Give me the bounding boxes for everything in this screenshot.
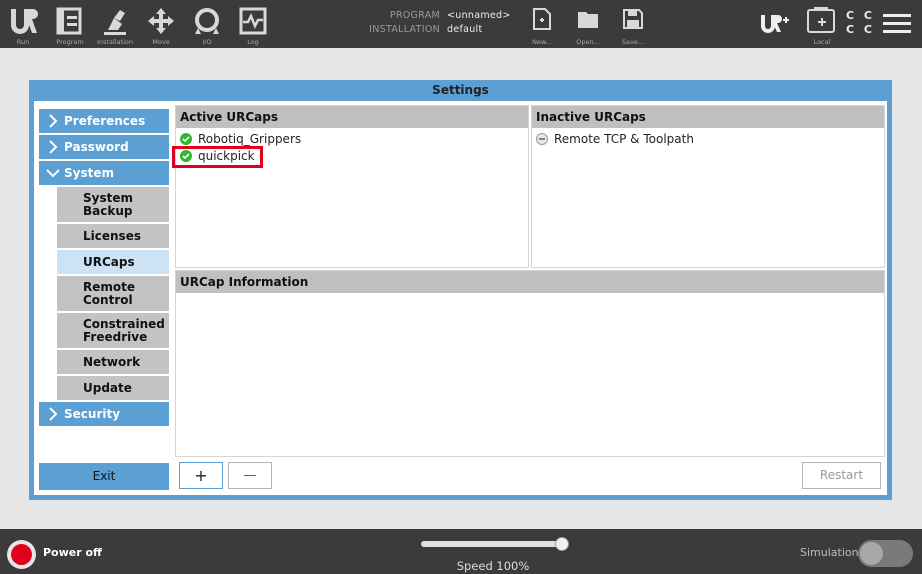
nav-system-label: System	[64, 166, 114, 180]
exit-button[interactable]: Exit	[39, 463, 169, 490]
active-urcaps-panel: Active URCaps Robotiq_Grippers quickpick	[172, 105, 529, 268]
sub-item-label: System Backup	[83, 190, 133, 218]
local-label: Local	[813, 38, 831, 46]
installation-key: INSTALLATION	[369, 24, 440, 35]
nav-preferences-label: Preferences	[64, 114, 146, 128]
restart-button[interactable]: Restart	[802, 462, 881, 489]
program-name: <unnamed>	[447, 10, 511, 21]
speed-label: Speed 100%	[456, 559, 530, 573]
nav-password-label: Password	[64, 140, 129, 154]
urplus-button[interactable]	[757, 0, 793, 48]
log-label: Log	[247, 38, 259, 46]
cc-indicator: C C C C	[846, 9, 875, 37]
dialog-title: Settings	[432, 83, 489, 97]
simulation-label: Simulation	[800, 546, 859, 559]
open-button[interactable]: Open...	[573, 0, 603, 48]
chevron-right-icon	[49, 407, 58, 421]
chevron-down-icon	[46, 169, 60, 178]
nav-system[interactable]: System	[39, 161, 169, 185]
new-label: New...	[532, 38, 552, 46]
sub-item-label: Network	[83, 354, 141, 369]
speed-slider-track[interactable]	[421, 541, 569, 547]
cc-line-1: C C	[846, 9, 875, 22]
sub-item-remote-control[interactable]: Remote Control	[57, 276, 169, 311]
log-icon	[239, 7, 267, 35]
add-urcap-button[interactable]: +	[179, 462, 223, 489]
program-tab[interactable]: Program	[52, 0, 88, 48]
sub-item-label: Licenses	[83, 228, 141, 243]
sub-item-urcaps[interactable]: URCaps	[57, 250, 169, 274]
urcap-row-quickpick[interactable]: quickpick	[172, 146, 263, 168]
urcap-row-remote-tcp[interactable]: Remote TCP & Toolpath	[536, 131, 694, 147]
new-button[interactable]: New...	[527, 0, 557, 48]
active-urcaps-header: Active URCaps	[176, 106, 528, 128]
program-icon	[56, 7, 82, 35]
local-button[interactable]: Local	[804, 0, 840, 48]
nav-security-label: Security	[64, 407, 121, 421]
log-tab[interactable]: Log	[235, 0, 271, 48]
new-file-icon	[533, 8, 551, 30]
sub-item-update[interactable]: Update	[57, 376, 169, 400]
move-icon	[148, 8, 174, 34]
check-circle-icon	[180, 150, 192, 162]
installation-name: default	[447, 24, 483, 35]
installation-tab[interactable]: Installation	[94, 0, 136, 48]
power-status-icon[interactable]	[7, 540, 36, 569]
nav-preferences[interactable]: Preferences	[39, 109, 169, 133]
move-tab[interactable]: Move	[143, 0, 179, 48]
sub-item-system-backup[interactable]: System Backup	[57, 187, 169, 222]
cc-line-2: C C	[846, 23, 875, 36]
sub-item-network[interactable]: Network	[57, 350, 169, 374]
check-circle-icon	[180, 133, 192, 145]
chevron-right-icon	[49, 140, 58, 154]
nav-password[interactable]: Password	[39, 135, 169, 159]
sub-item-licenses[interactable]: Licenses	[57, 224, 169, 248]
program-key: PROGRAM	[389, 10, 440, 21]
run-label: Run	[16, 38, 30, 46]
inactive-urcaps-header: Inactive URCaps	[532, 106, 884, 128]
io-icon	[195, 8, 219, 34]
urcap-information-header: URCap Information	[176, 271, 884, 293]
speed-slider-knob[interactable]	[555, 537, 569, 551]
bottom-bar: Power off Speed 100% Simulation	[0, 529, 922, 574]
inactive-urcaps-panel: Inactive URCaps Remote TCP & Toolpath	[531, 105, 885, 268]
sub-item-label: Update	[83, 380, 132, 395]
save-label: Save...	[621, 38, 645, 46]
urcap-name: Robotiq_Grippers	[198, 132, 302, 146]
inactive-circle-icon	[536, 133, 548, 145]
urcap-information-panel: URCap Information	[175, 270, 885, 457]
top-bar: Run Program Installation Move I/O Log PR…	[0, 0, 922, 48]
local-control-icon	[807, 7, 835, 33]
io-tab[interactable]: I/O	[189, 0, 225, 48]
urcap-name: Remote TCP & Toolpath	[554, 132, 694, 146]
ur-logo-icon	[11, 9, 38, 34]
simulation-toggle[interactable]	[858, 540, 913, 567]
open-label: Open...	[576, 38, 600, 46]
run-tab[interactable]: Run	[4, 0, 42, 48]
ur-plus-icon	[761, 15, 789, 33]
remove-urcap-button[interactable]: —	[228, 462, 272, 489]
nav-security[interactable]: Security	[39, 402, 169, 426]
installation-icon	[104, 10, 126, 35]
power-status-label[interactable]: Power off	[43, 546, 102, 559]
sub-item-constrained-freedrive[interactable]: Constrained Freedrive	[57, 313, 169, 348]
io-label: I/O	[202, 38, 212, 46]
installation-label: Installation	[96, 38, 133, 46]
settings-dialog: Settings Preferences Password System Sys…	[29, 80, 892, 500]
program-label: Program	[56, 38, 84, 46]
move-label: Move	[152, 38, 170, 46]
sub-item-label: Remote Control	[83, 279, 136, 307]
dialog-body: Preferences Password System System Backu…	[34, 101, 887, 495]
urcap-row-robotiq[interactable]: Robotiq_Grippers	[180, 131, 301, 147]
sub-item-label: Constrained Freedrive	[83, 316, 165, 344]
sub-item-label: URCaps	[83, 254, 135, 269]
open-folder-icon	[578, 12, 598, 28]
save-icon	[623, 9, 643, 29]
save-button[interactable]: Save...	[618, 0, 648, 48]
hamburger-menu-icon[interactable]	[883, 12, 911, 36]
chevron-right-icon	[49, 114, 58, 128]
